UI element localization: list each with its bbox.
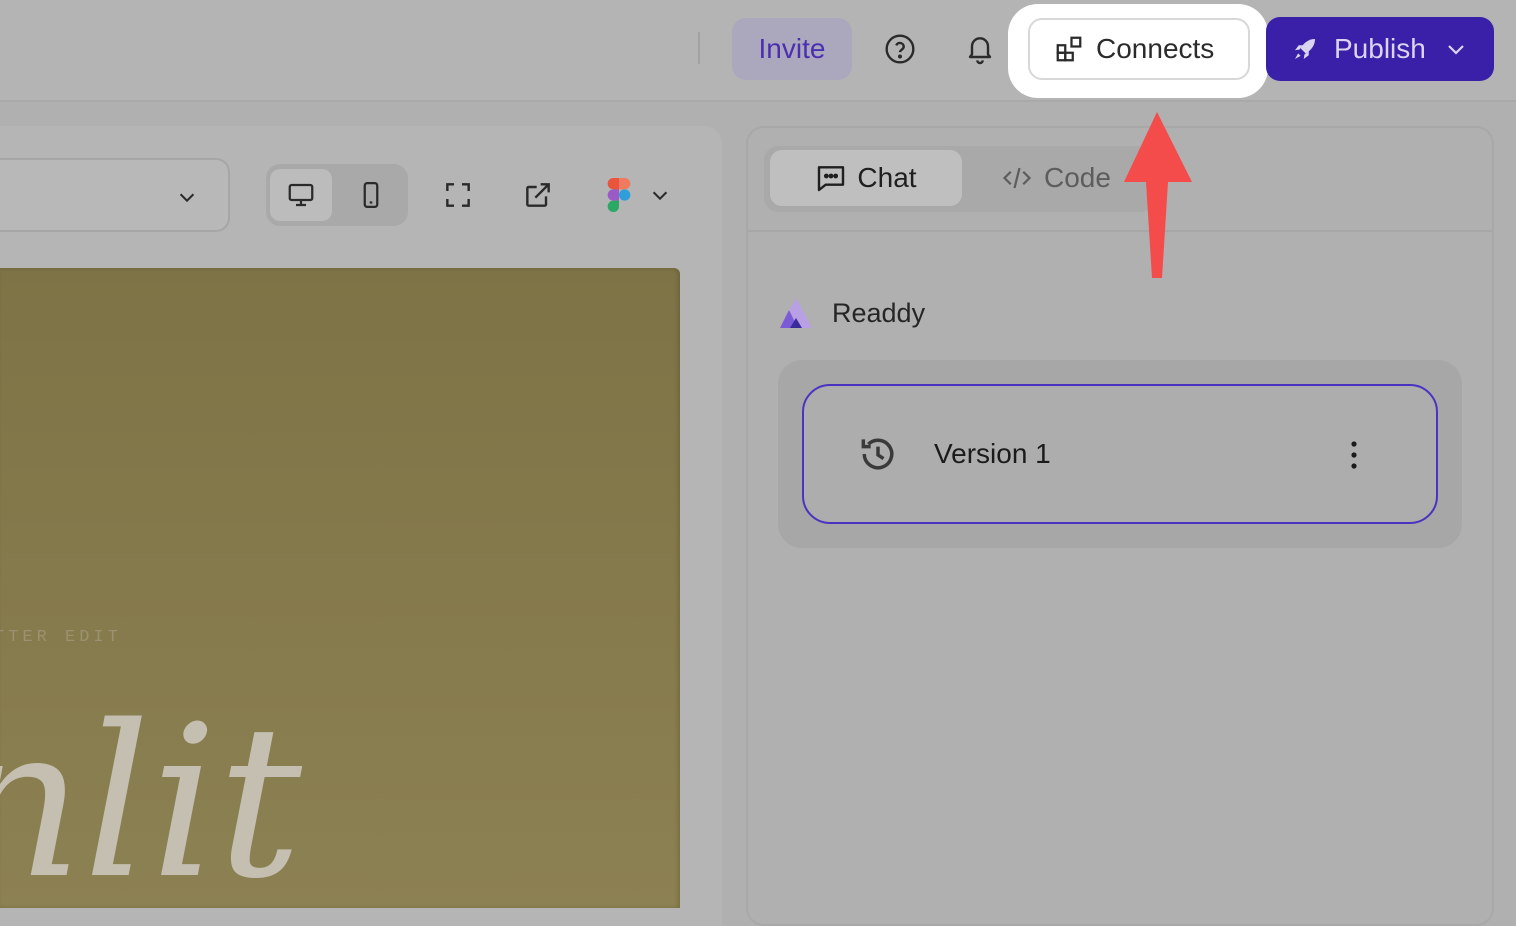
tab-chat-label: Chat: [857, 162, 917, 193]
toolbar-divider: [698, 32, 700, 64]
version-label: Version 1: [934, 438, 1051, 469]
rocket-icon: [1295, 39, 1315, 59]
readdy-logo-icon: [780, 298, 812, 328]
question-circle-icon: [885, 34, 915, 64]
fullscreen-icon: [446, 183, 470, 207]
figma-icon: [607, 178, 631, 212]
fullscreen-button[interactable]: [441, 178, 475, 212]
invite-button[interactable]: Invite: [732, 18, 852, 80]
code-icon: [1002, 167, 1032, 189]
bell-icon: [968, 37, 992, 65]
help-button[interactable]: [882, 31, 918, 67]
chevron-down-icon: [1448, 45, 1464, 55]
more-vertical-icon[interactable]: [1342, 440, 1366, 470]
apps-grid-icon: [1056, 36, 1082, 62]
mobile-icon: [363, 182, 379, 208]
history-icon: [861, 438, 894, 470]
desktop-icon: [288, 183, 314, 207]
connects-button[interactable]: Connects: [1028, 18, 1250, 80]
notifications-button[interactable]: [962, 31, 998, 67]
open-external-button[interactable]: [521, 178, 555, 212]
canvas-headline: nlit: [0, 680, 302, 908]
chevron-down-icon: [179, 193, 195, 203]
chevron-down-icon: [652, 191, 668, 201]
open-external-icon: [526, 183, 550, 207]
publish-button[interactable]: Publish: [1266, 17, 1494, 81]
version-card[interactable]: Version 1: [802, 384, 1438, 524]
figma-export-button[interactable]: [604, 178, 674, 212]
canvas-caption: TTER EDIT: [0, 628, 122, 647]
message-author: Readdy: [778, 296, 925, 330]
publish-label: Publish: [1334, 33, 1426, 64]
chat-icon: [818, 166, 845, 192]
mobile-view-button[interactable]: [340, 169, 402, 221]
page-select[interactable]: [0, 158, 230, 232]
desktop-view-button[interactable]: [270, 169, 332, 221]
preview-canvas[interactable]: TTER EDIT nlit: [0, 268, 680, 908]
tab-code-label: Code: [1044, 162, 1111, 193]
device-toggle: [266, 164, 408, 226]
annotation-arrow: [1124, 112, 1192, 278]
author-name: Readdy: [832, 297, 926, 328]
connects-label: Connects: [1096, 33, 1215, 64]
tab-chat[interactable]: Chat: [770, 150, 962, 206]
